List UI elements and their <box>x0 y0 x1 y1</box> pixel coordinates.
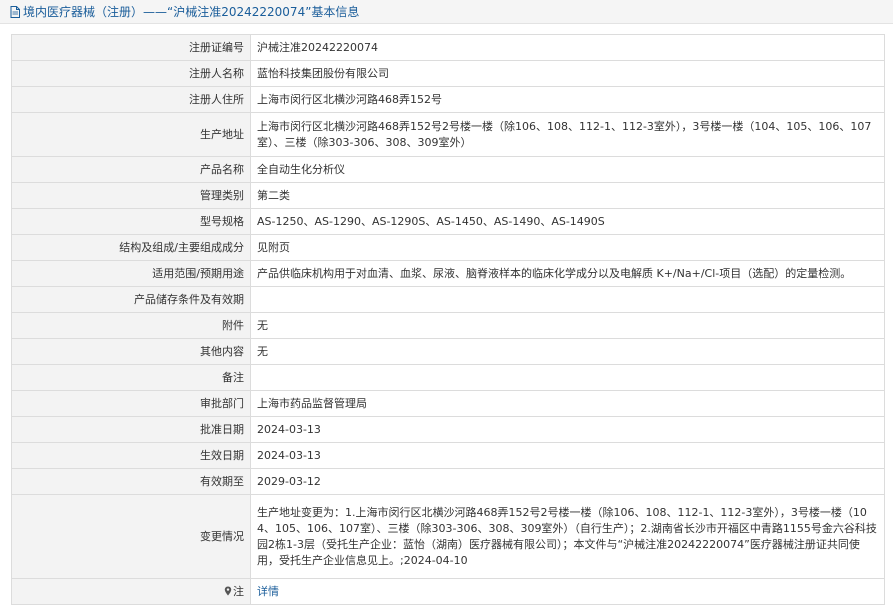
table-row: 适用范围/预期用途 产品供临床机构用于对血清、血浆、尿液、脑脊液样本的临床化学成… <box>11 260 885 287</box>
table-row: 附件 无 <box>11 312 885 339</box>
row-value: 沪械注准20242220074 <box>250 34 885 61</box>
row-value: 生产地址变更为：1.上海市闵行区北横沙河路468弄152号2号楼一楼（除106、… <box>250 494 885 579</box>
note-label-cell: 注 <box>11 578 251 605</box>
table-row: 有效期至 2029-03-12 <box>11 468 885 495</box>
row-label: 批准日期 <box>11 416 251 443</box>
row-value <box>250 286 885 313</box>
row-label: 审批部门 <box>11 390 251 417</box>
row-value: 无 <box>250 312 885 339</box>
table-row: 生效日期 2024-03-13 <box>11 442 885 469</box>
info-table: 注册证编号 沪械注准20242220074 注册人名称 蓝怡科技集团股份有限公司… <box>11 34 885 605</box>
row-value: 2029-03-12 <box>250 468 885 495</box>
page-header: 境内医疗器械（注册）——“沪械注准20242220074”基本信息 <box>0 0 893 24</box>
row-label: 结构及组成/主要组成成分 <box>11 234 251 261</box>
row-label: 生产地址 <box>11 112 251 157</box>
row-value: 全自动生化分析仪 <box>250 156 885 183</box>
pin-icon <box>224 586 232 595</box>
table-row: 型号规格 AS-1250、AS-1290、AS-1290S、AS-1450、AS… <box>11 208 885 235</box>
page-title: 境内医疗器械（注册）——“沪械注准20242220074”基本信息 <box>23 5 360 19</box>
row-label: 注册人住所 <box>11 86 251 113</box>
row-value: 第二类 <box>250 182 885 209</box>
table-row: 结构及组成/主要组成成分 见附页 <box>11 234 885 261</box>
table-row: 注册证编号 沪械注准20242220074 <box>11 34 885 61</box>
row-value: 上海市药品监督管理局 <box>250 390 885 417</box>
row-value: AS-1250、AS-1290、AS-1290S、AS-1450、AS-1490… <box>250 208 885 235</box>
table-row: 产品储存条件及有效期 <box>11 286 885 313</box>
row-value: 上海市闵行区北横沙河路468弄152号 <box>250 86 885 113</box>
table-row: 批准日期 2024-03-13 <box>11 416 885 443</box>
row-value: 见附页 <box>250 234 885 261</box>
row-label: 注册人名称 <box>11 60 251 87</box>
row-value: 蓝怡科技集团股份有限公司 <box>250 60 885 87</box>
row-label: 产品储存条件及有效期 <box>11 286 251 313</box>
table-row-note: 注 详情 <box>11 578 885 605</box>
row-label: 变更情况 <box>11 494 251 579</box>
table-row: 注册人住所 上海市闵行区北横沙河路468弄152号 <box>11 86 885 113</box>
row-value: 无 <box>250 338 885 365</box>
table-row: 注册人名称 蓝怡科技集团股份有限公司 <box>11 60 885 87</box>
table-row: 审批部门 上海市药品监督管理局 <box>11 390 885 417</box>
row-value: 2024-03-13 <box>250 416 885 443</box>
document-icon <box>10 5 20 18</box>
row-label: 有效期至 <box>11 468 251 495</box>
row-label: 适用范围/预期用途 <box>11 260 251 287</box>
row-label: 管理类别 <box>11 182 251 209</box>
table-row: 生产地址 上海市闵行区北横沙河路468弄152号2号楼一楼（除106、108、1… <box>11 112 885 157</box>
row-value: 2024-03-13 <box>250 442 885 469</box>
row-value: 产品供临床机构用于对血清、血浆、尿液、脑脊液样本的临床化学成分以及电解质 K+/… <box>250 260 885 287</box>
row-label: 注册证编号 <box>11 34 251 61</box>
note-value-cell: 详情 <box>250 578 885 605</box>
row-label: 附件 <box>11 312 251 339</box>
table-row: 变更情况 生产地址变更为：1.上海市闵行区北横沙河路468弄152号2号楼一楼（… <box>11 494 885 579</box>
row-label: 产品名称 <box>11 156 251 183</box>
table-row: 产品名称 全自动生化分析仪 <box>11 156 885 183</box>
table-row: 其他内容 无 <box>11 338 885 365</box>
row-label: 其他内容 <box>11 338 251 365</box>
row-label: 型号规格 <box>11 208 251 235</box>
row-value: 上海市闵行区北横沙河路468弄152号2号楼一楼（除106、108、112-1、… <box>250 112 885 157</box>
row-value <box>250 364 885 391</box>
row-label: 生效日期 <box>11 442 251 469</box>
row-label: 备注 <box>11 364 251 391</box>
table-row: 管理类别 第二类 <box>11 182 885 209</box>
table-row: 备注 <box>11 364 885 391</box>
